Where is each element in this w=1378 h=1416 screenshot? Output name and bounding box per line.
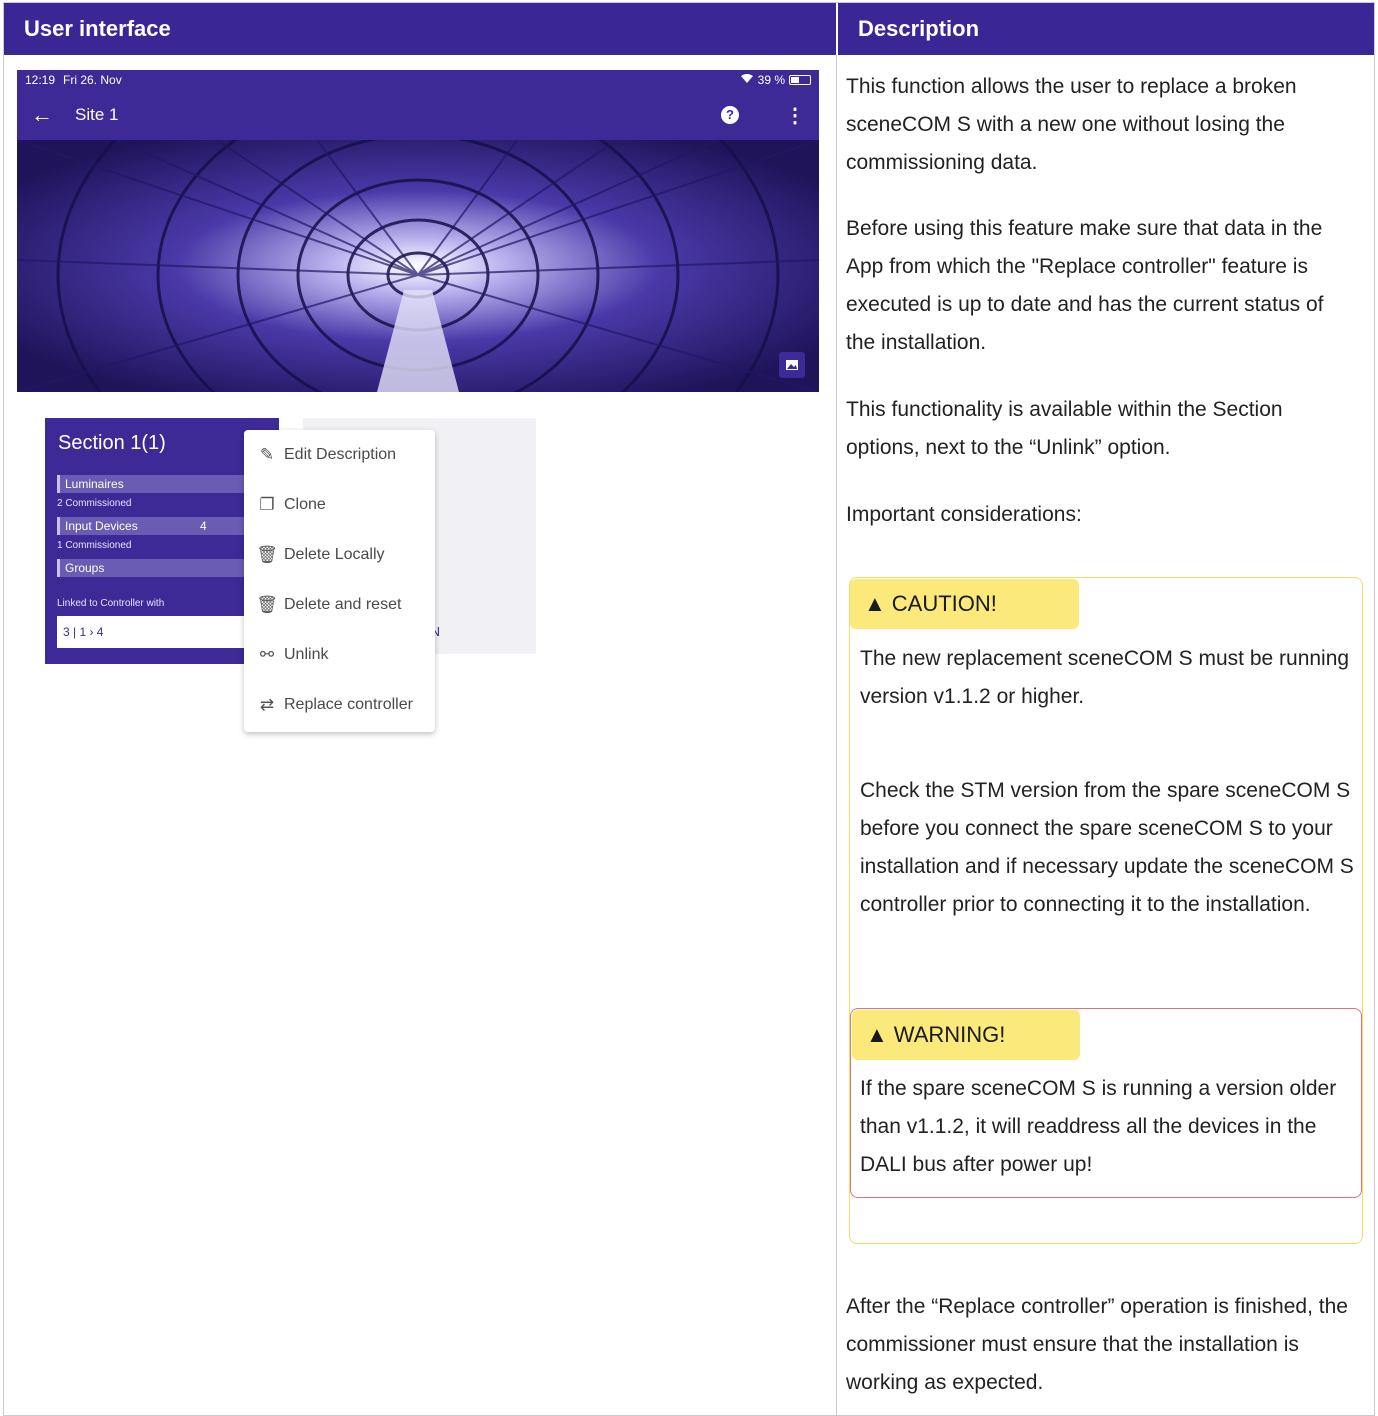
luminaires-row: Luminaires (57, 475, 273, 493)
warning-badge: ▲ WARNING! (852, 1010, 1080, 1060)
menu-item-delete-locally[interactable]: 🗑 Delete Locally (244, 530, 435, 580)
menu-item-clone[interactable]: ❐ Clone (244, 480, 435, 530)
groups-row: Groups (57, 559, 273, 577)
unlink-icon: ⚯ (259, 645, 275, 664)
status-bar: 12:19 Fri 26. Nov 39 % (17, 70, 819, 90)
menu-item-label: Edit Description (284, 446, 397, 463)
image-edit-icon[interactable] (779, 352, 805, 378)
warning-label: WARNING! (893, 1022, 1006, 1047)
caution-badge: ▲ CAUTION! (850, 579, 1079, 629)
column-divider (836, 3, 837, 1415)
trash-icon: 🗑 (256, 545, 278, 564)
warning-text: If the spare sceneCOM S is running a ver… (860, 1077, 1337, 1176)
section-options-menu: ✎ Edit Description ❐ Clone 🗑 Delete Loca… (244, 430, 435, 732)
description-paragraph-1: This function allows the user to replace… (846, 75, 1297, 174)
replace-icon: ⇄ (259, 695, 275, 714)
description-paragraph-4: Important considerations: (846, 503, 1082, 526)
edit-icon: ✎ (259, 445, 275, 464)
status-date: Fri 26. Nov (63, 73, 122, 87)
site-header-image (17, 140, 819, 392)
app-screenshot: 12:19 Fri 26. Nov 39 % ← Site 1 ? ⋮ Sect… (17, 70, 819, 732)
app-bar: ← Site 1 ? ⋮ (17, 90, 819, 140)
battery-percent: 39 % (757, 73, 785, 87)
help-icon[interactable]: ? (721, 106, 739, 124)
battery-icon (789, 75, 811, 85)
app-title: Site 1 (75, 105, 119, 124)
header-description: Description (858, 16, 980, 41)
warning-triangle-icon: ▲ (866, 1022, 888, 1047)
caution-text-2: Check the STM version from the spare sce… (860, 779, 1354, 916)
more-vert-icon[interactable]: ⋮ (785, 103, 805, 128)
caution-label: CAUTION! (891, 591, 997, 616)
header-divider (836, 3, 838, 55)
linked-controller-label: Linked to Controller with (57, 598, 165, 609)
menu-item-label: Replace controller (284, 696, 413, 713)
header-user-interface: User interface (24, 16, 171, 41)
menu-item-replace-controller[interactable]: ⇄ Replace controller (244, 680, 435, 730)
clone-icon: ❐ (259, 495, 275, 514)
input-devices-row: Input Devices 4 (57, 517, 273, 535)
caution-text: The new replacement sceneCOM S must be r… (860, 647, 1350, 708)
menu-item-edit-description[interactable]: ✎ Edit Description (244, 430, 435, 480)
linked-controller-counts: 3 | 1 › 4 (57, 616, 273, 648)
menu-item-label: Delete and reset (284, 596, 402, 613)
description-paragraph-2: Before using this feature make sure that… (846, 217, 1324, 354)
menu-item-label: Delete Locally (284, 546, 385, 563)
warning-triangle-icon: ▲ (864, 591, 886, 616)
arrow-left-icon[interactable]: ← (31, 102, 75, 128)
status-time: 12:19 (25, 73, 56, 87)
menu-item-unlink[interactable]: ⚯ Unlink (244, 630, 435, 680)
section-title: Section 1(1) (58, 432, 166, 454)
description-paragraph-5: After the “Replace controller” operation… (846, 1295, 1348, 1394)
input-devices-label: Input Devices (65, 519, 138, 533)
menu-item-label: Clone (284, 496, 326, 513)
input-devices-status: 1 Commissioned (57, 540, 132, 551)
input-devices-count: 4 (200, 519, 207, 533)
wifi-icon (740, 73, 754, 87)
luminaires-status: 2 Commissioned (57, 498, 132, 509)
menu-item-label: Unlink (284, 646, 329, 663)
trash-reset-icon: 🗑 (256, 595, 278, 614)
table-header-row: User interface Description (4, 3, 1374, 55)
menu-item-delete-and-reset[interactable]: 🗑 Delete and reset (244, 580, 435, 630)
description-paragraph-3: This functionality is available within t… (846, 398, 1283, 459)
